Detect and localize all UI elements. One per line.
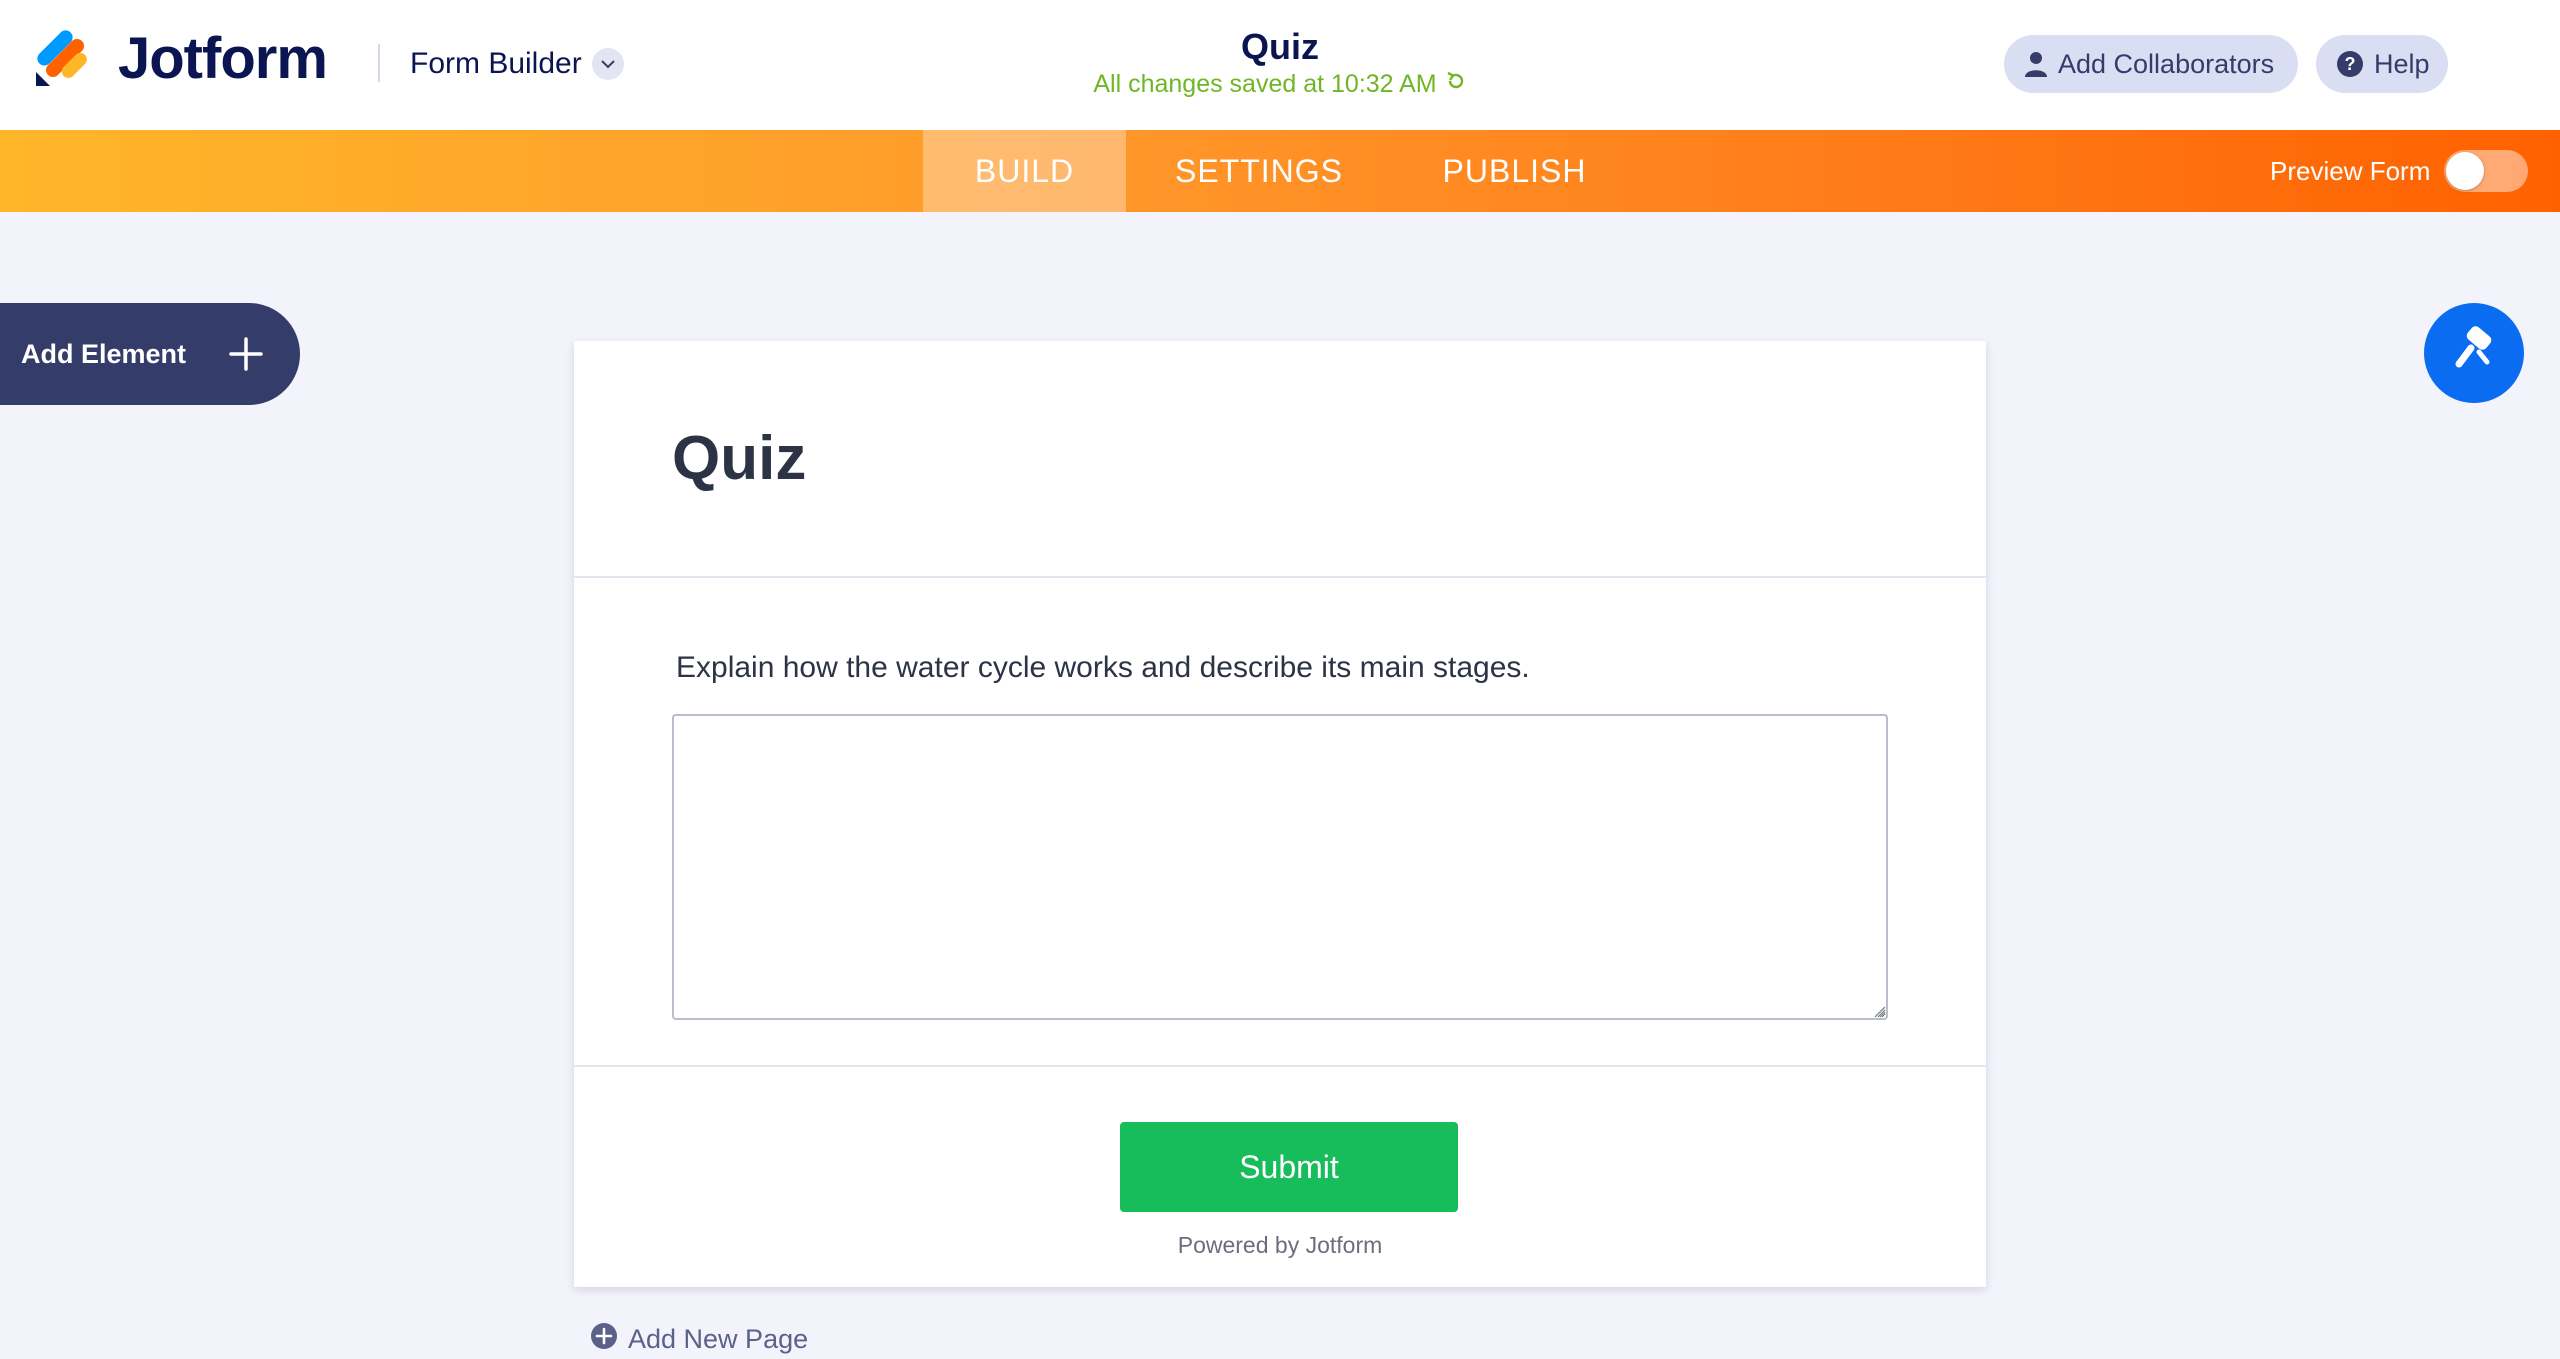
svg-text:?: ? (2345, 54, 2356, 74)
form-card: Quiz Explain how the water cycle works a… (574, 341, 1986, 1287)
plus-circle-icon (590, 1322, 618, 1357)
refresh-icon (1445, 70, 1467, 99)
add-element-label: Add Element (21, 338, 187, 369)
question-label[interactable]: Explain how the water cycle works and de… (676, 651, 1530, 685)
preview-form-label: Preview Form (2270, 155, 2431, 186)
toggle-knob (2446, 152, 2484, 190)
add-new-page-label: Add New Page (628, 1323, 809, 1354)
form-title[interactable]: Quiz (672, 423, 806, 494)
add-new-page-button[interactable]: Add New Page (590, 1322, 808, 1356)
jotform-logo[interactable]: Jotform (34, 26, 328, 91)
help-label: Help (2374, 48, 2430, 79)
plus-icon (228, 336, 264, 372)
answer-textarea[interactable] (672, 714, 1888, 1020)
top-header: Jotform Form Builder Quiz All changes sa… (0, 0, 2560, 130)
form-title-header[interactable]: Quiz (1080, 26, 1480, 68)
form-designer-button[interactable] (2424, 303, 2524, 403)
user-icon (2024, 51, 2048, 77)
tab-publish[interactable]: PUBLISH (1392, 130, 1637, 212)
tab-settings[interactable]: SETTINGS (1126, 130, 1392, 212)
submit-button[interactable]: Submit (1120, 1122, 1458, 1212)
form-header-section[interactable]: Quiz (574, 341, 1986, 578)
paint-roller-icon (2449, 325, 2499, 381)
builder-nav: BUILD SETTINGS PUBLISH Preview Form (0, 130, 2560, 212)
chevron-down-icon (591, 48, 624, 80)
tab-build[interactable]: BUILD (923, 130, 1126, 212)
question-circle-icon: ? (2336, 50, 2364, 78)
help-button[interactable]: ? Help (2316, 35, 2448, 93)
form-builder-label: Form Builder (410, 47, 582, 80)
add-collaborators-label: Add Collaborators (2058, 48, 2275, 79)
header-divider (378, 44, 380, 82)
add-element-button[interactable]: Add Element (0, 303, 300, 405)
brand-name: Jotform (118, 25, 328, 91)
resize-grip-icon[interactable] (1870, 1002, 1886, 1018)
save-status: All changes saved at 10:32 AM (980, 70, 1580, 99)
powered-by-link[interactable]: Powered by Jotform (1178, 1232, 1383, 1258)
save-status-text: All changes saved at 10:32 AM (1093, 70, 1437, 98)
add-collaborators-button[interactable]: Add Collaborators (2004, 35, 2298, 93)
jotform-logo-icon (34, 28, 90, 88)
powered-by-text: Powered by Jotform (574, 1232, 1986, 1259)
preview-form-toggle[interactable] (2444, 150, 2528, 192)
section-divider (574, 1065, 1986, 1067)
form-builder-menu[interactable]: Form Builder (410, 40, 624, 88)
